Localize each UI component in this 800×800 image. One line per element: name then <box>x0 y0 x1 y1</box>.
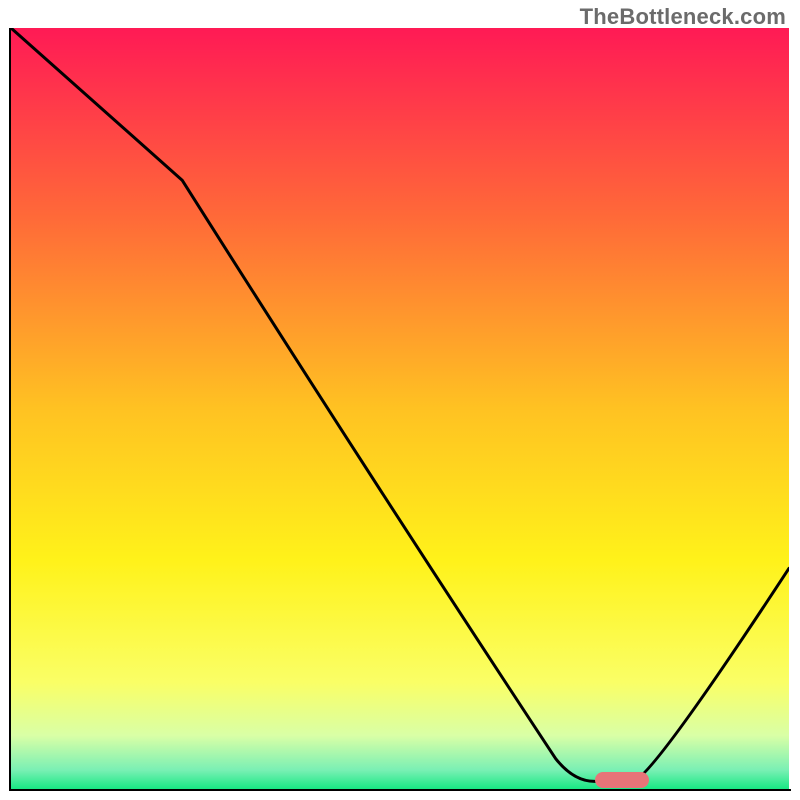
watermark-text: TheBottleneck.com <box>580 4 786 30</box>
chart-axes-frame <box>9 28 791 791</box>
